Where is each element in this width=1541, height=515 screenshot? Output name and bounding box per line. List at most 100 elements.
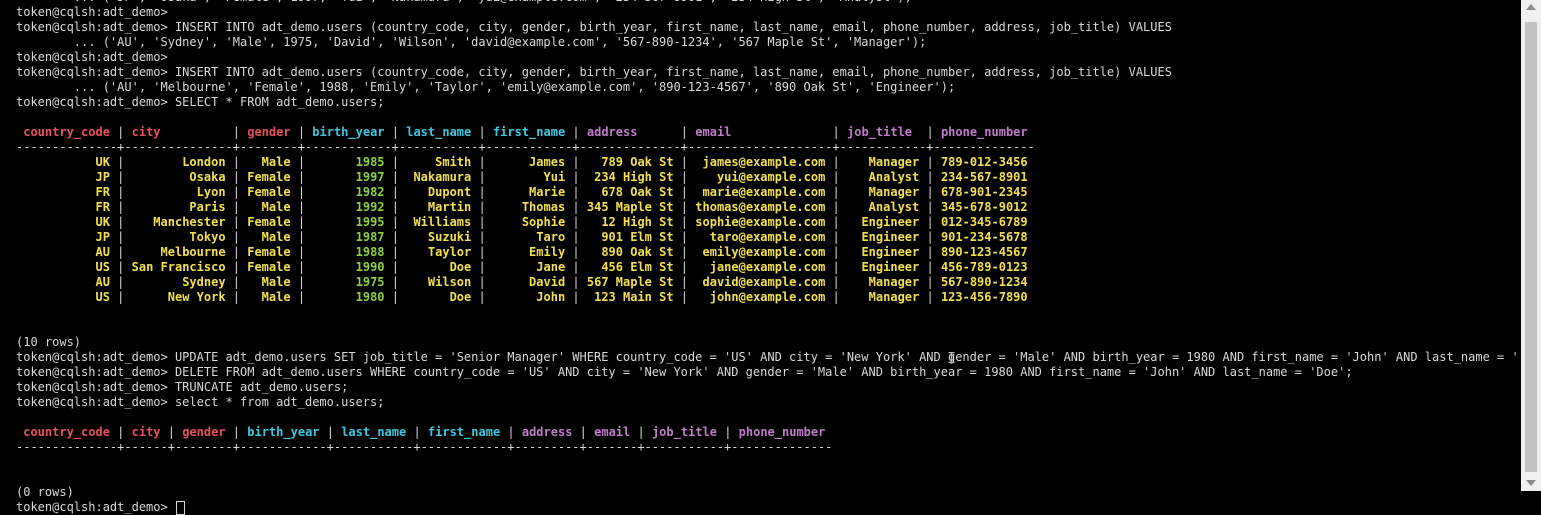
table-cell: Female [247, 170, 291, 184]
table-cell: 678-901-2345 [940, 185, 1028, 199]
column-separator: | [919, 155, 941, 169]
column-separator: | [673, 230, 696, 244]
table-cell: Male [247, 230, 291, 244]
column-header-gender: gender [182, 425, 226, 439]
table-row: JP | Tokyo | Male | 1987 | Suzuki | Taro… [16, 230, 1516, 245]
table-cell: Engineer [847, 230, 920, 244]
table-cell: sophie@example.com [695, 215, 826, 229]
table-cell: AU [23, 245, 110, 259]
table-cell: 345-678-9012 [940, 200, 1028, 214]
column-header-birth-year: birth_year [247, 425, 320, 439]
column-separator: | [716, 425, 739, 439]
column-separator: | [109, 260, 132, 274]
terminal-line: token@cqlsh:adt_demo> DELETE FROM adt_de… [16, 365, 1353, 379]
column-separator: | [225, 155, 248, 169]
column-separator: | [565, 170, 587, 184]
column-separator: | [673, 215, 696, 229]
table-cell: 12 High St [586, 215, 674, 229]
table-cell: 1980 [312, 290, 385, 304]
column-separator: | [384, 260, 407, 274]
column-header-phone-number: phone_number [940, 125, 1028, 139]
table-cell: Engineer [847, 215, 920, 229]
column-separator: | [673, 260, 696, 274]
column-separator: | [109, 215, 132, 229]
column-separator: | [471, 185, 493, 199]
column-separator: | [565, 260, 587, 274]
table-cell: james@example.com [695, 155, 826, 169]
table-cell: Manager [847, 275, 920, 289]
column-separator: | [109, 230, 132, 244]
table-cell: Yui [492, 170, 566, 184]
column-separator: | [565, 215, 587, 229]
table-cell: Male [247, 275, 291, 289]
column-separator: | [471, 290, 493, 304]
column-header-email: email [594, 425, 631, 439]
column-separator: | [572, 425, 595, 439]
terminal-output[interactable]: ... ('JP', 'Osaka', 'Female', 1997, 'Yui… [16, 0, 1516, 515]
table-cell: Jane [492, 260, 566, 274]
table-cell: Analyst [847, 200, 920, 214]
table-cell: AU [23, 275, 110, 289]
table-cell: Taro [492, 230, 566, 244]
column-separator: | [225, 170, 248, 184]
column-separator: | [919, 215, 941, 229]
table-cell: Male [247, 200, 291, 214]
table-cell: 1975 [312, 275, 385, 289]
column-separator: | [290, 230, 313, 244]
column-separator: | [825, 260, 847, 274]
column-separator: | [825, 230, 847, 244]
column-separator: | [471, 125, 493, 139]
column-separator: | [109, 245, 132, 259]
table-cell: Tokyo [131, 230, 226, 244]
column-header-country-code: country_code [23, 425, 110, 439]
table-cell: yui@example.com [695, 170, 826, 184]
terminal-line: token@cqlsh:adt_demo> [16, 5, 175, 19]
table-cell: 1985 [312, 155, 385, 169]
column-header-gender: gender [247, 125, 291, 139]
column-header-job-title: job_title [847, 125, 920, 139]
column-header-last-name: last_name [406, 125, 472, 139]
terminal-line: token@cqlsh:adt_demo> INSERT INTO adt_de… [16, 65, 1172, 79]
column-separator: | [290, 170, 313, 184]
table-row: JP | Osaka | Female | 1997 | Nakamura | … [16, 170, 1516, 185]
table-cell: 678 Oak St [586, 185, 674, 199]
table-cell: Nakamura [406, 170, 472, 184]
table-cell: London [131, 155, 226, 169]
table-cell: US [23, 260, 110, 274]
column-separator: | [673, 185, 696, 199]
column-separator: | [825, 185, 847, 199]
table-cell: 890-123-4567 [940, 245, 1028, 259]
column-separator: | [673, 125, 696, 139]
column-header-first-name: first_name [427, 425, 501, 439]
table-cell: David [492, 275, 566, 289]
column-separator: | [919, 125, 941, 139]
table-cell: Dupont [406, 185, 472, 199]
table-cell: 123-456-7890 [940, 290, 1028, 304]
column-separator: | [109, 290, 132, 304]
table-cell: Marie [492, 185, 566, 199]
table-cell: JP [23, 170, 110, 184]
block-cursor-icon[interactable] [175, 500, 185, 515]
vertical-scrollbar[interactable] [1521, 0, 1541, 491]
column-separator: | [160, 425, 183, 439]
table-cell: FR [23, 185, 110, 199]
table-cell: Doe [406, 260, 472, 274]
column-separator: | [290, 290, 313, 304]
scrollbar-thumb[interactable] [1525, 22, 1537, 472]
column-separator: | [225, 290, 248, 304]
column-separator: | [673, 275, 696, 289]
scroll-down-arrow-icon[interactable] [1526, 480, 1536, 486]
table-cell: New York [131, 290, 226, 304]
table-row: FR | Paris | Male | 1992 | Martin | Thom… [16, 200, 1516, 215]
table-cell: 789 Oak St [586, 155, 674, 169]
column-separator: | [919, 290, 941, 304]
table-cell: Manager [847, 185, 920, 199]
column-separator: | [225, 215, 248, 229]
column-header-job-title: job_title [651, 425, 717, 439]
column-separator: | [919, 275, 941, 289]
column-header-email: email [695, 125, 826, 139]
scroll-up-arrow-icon[interactable] [1526, 4, 1536, 10]
column-separator: | [471, 200, 493, 214]
column-header-address: address [521, 425, 573, 439]
table-cell: Taylor [406, 245, 472, 259]
